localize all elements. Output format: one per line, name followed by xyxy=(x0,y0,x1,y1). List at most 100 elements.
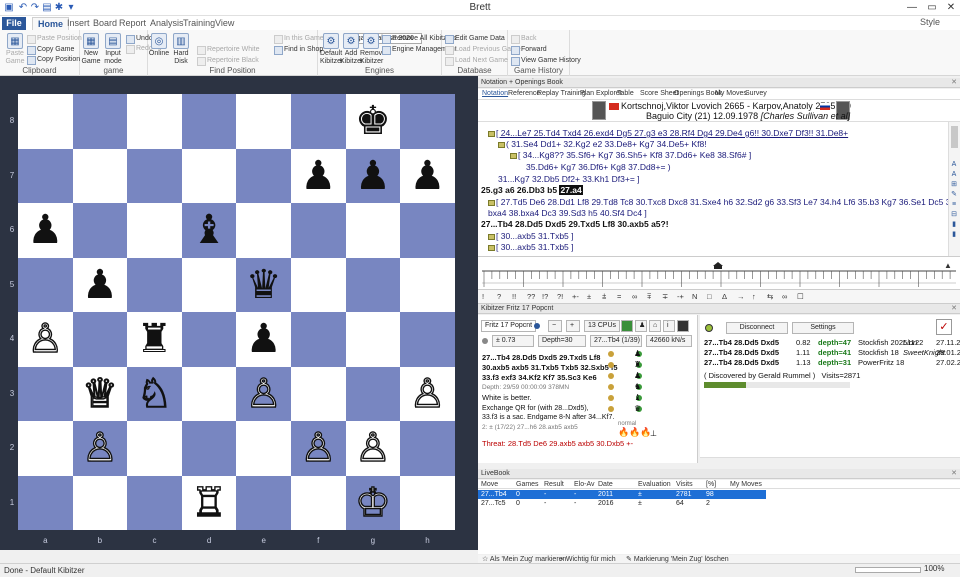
annotation-symbol-button[interactable]: !? xyxy=(542,292,548,301)
black-piece-a6[interactable]: ♟ xyxy=(18,203,73,258)
annotation-symbol-button[interactable]: ?! xyxy=(557,292,563,301)
forward-button[interactable]: Forward xyxy=(511,45,547,55)
annotation-symbol-button[interactable]: ⩲ xyxy=(602,292,606,302)
annotation-symbol-button[interactable]: N xyxy=(692,292,697,301)
paste-position-button[interactable]: Paste Position xyxy=(27,34,82,44)
square-e6[interactable] xyxy=(236,203,291,258)
cloud-line-moves[interactable]: 27...Tb4 28.Dd5 Dxd5 xyxy=(704,358,779,368)
square-f5[interactable] xyxy=(291,257,346,312)
square-a5[interactable] xyxy=(18,257,73,312)
livebook-column-header[interactable]: Date xyxy=(598,480,613,489)
edit-game-data-button[interactable]: Edit Game Data xyxy=(445,34,505,44)
livebook-table[interactable]: Move Games Result Elo-Av Date Evaluation Visit… xyxy=(478,480,960,554)
close-panel-icon[interactable]: ✕ xyxy=(951,78,957,88)
square-g5[interactable] xyxy=(345,257,401,312)
notation-line[interactable]: bxa4 38.bxa4 Dc3 39.Sd3 h5 40.Sf4 Dc4 ] xyxy=(488,208,647,219)
horizontal-scrollbar[interactable] xyxy=(700,457,960,463)
black-piece-b5[interactable]: ♟ xyxy=(73,258,128,313)
disconnect-button[interactable]: Disconnect xyxy=(726,322,788,334)
tab-reference[interactable]: Reference xyxy=(508,90,540,97)
square-c5[interactable] xyxy=(127,257,182,312)
annotation-symbol-button[interactable]: ! xyxy=(482,292,484,301)
black-piece-e5[interactable]: ♛ xyxy=(236,258,291,313)
white-piece-a4[interactable]: ♙ xyxy=(18,312,73,367)
close-panel-icon[interactable]: ✕ xyxy=(951,304,957,314)
annotation-symbol-button[interactable]: □ xyxy=(707,292,712,301)
square-a1[interactable] xyxy=(18,475,73,530)
black-piece-e4[interactable]: ♟ xyxy=(236,312,291,367)
black-piece-f7[interactable]: ♟ xyxy=(291,149,346,204)
notation-line[interactable]: [ 24...Le7 25.Td4 Txd4 26.exd4 Dg5 27.g3… xyxy=(488,128,848,139)
tab-notation[interactable]: Notation xyxy=(482,90,508,97)
livebook-column-header[interactable]: Result xyxy=(544,480,564,489)
notation-line[interactable]: 25.g3 a6 26.Db3 b5 27.a4 xyxy=(481,185,583,196)
white-piece-g1[interactable]: ♔ xyxy=(346,476,401,531)
white-piece-b3[interactable]: ♕ xyxy=(73,367,128,422)
zoom-out-icon[interactable]: − xyxy=(548,320,562,332)
livebook-row[interactable]: 27...Tb4 0 - - 2011 ±2781 98 xyxy=(478,490,766,499)
square-g3[interactable] xyxy=(345,366,401,421)
cloud-line-engine[interactable]: Stockfish 18 xyxy=(858,348,899,358)
white-piece-h3[interactable]: ♙ xyxy=(400,367,455,422)
square-h1[interactable] xyxy=(400,475,455,530)
livebook-column-header[interactable]: Visits xyxy=(676,480,693,489)
settings-button[interactable]: Settings xyxy=(792,322,854,334)
cloud-line-depth[interactable]: depth=41 xyxy=(818,348,851,358)
cloud-line-eval[interactable]: 0.82 xyxy=(796,338,811,348)
principal-variation-line[interactable]: 33.f3 exf3 34.Kf2 Kf7 35.Sc3 Ke6 xyxy=(482,373,597,383)
copy-game-button[interactable]: Copy Game xyxy=(27,45,74,55)
game-timeline[interactable]: ▲ xyxy=(478,256,960,290)
accept-icon[interactable] xyxy=(621,320,633,332)
annotation-symbol-button[interactable]: Δ xyxy=(722,292,727,301)
cloud-line-date[interactable]: 27.02.20 xyxy=(936,358,960,368)
engine-options-icon[interactable] xyxy=(482,338,488,344)
notation-line[interactable]: [ 30...axb5 31.Txb5 ] xyxy=(488,231,574,242)
square-c1[interactable] xyxy=(127,475,182,530)
annotation-symbol-button[interactable]: -+ xyxy=(677,292,684,301)
livebook-column-header[interactable]: Elo-Av xyxy=(574,480,595,489)
notation-line[interactable]: [ 30...axb5 31.Txb5 ] xyxy=(488,242,574,253)
notation-line[interactable]: 27...Tb4 28.Dd5 Dxd5 29.Txd5 Lf8 30.axb5… xyxy=(481,219,669,230)
tab-survey[interactable]: Survey xyxy=(745,90,767,97)
annotation-symbol-button[interactable]: !! xyxy=(512,292,516,301)
input-mode-button[interactable]: ▤ Input mode xyxy=(102,33,124,66)
engine-status-icon[interactable] xyxy=(534,323,540,329)
scrollbar-thumb[interactable] xyxy=(951,126,958,148)
black-piece-h7[interactable]: ♟ xyxy=(400,149,455,204)
maximize-icon[interactable]: ▭ xyxy=(922,1,942,14)
square-a3[interactable] xyxy=(18,366,73,421)
annotation-symbol-button[interactable]: ± xyxy=(587,292,591,301)
annotation-symbol-button[interactable]: +- xyxy=(572,292,579,301)
cloud-line-moves[interactable]: 27...Tb4 28.Dd5 Dxd5 xyxy=(704,338,779,348)
zoom-in-icon[interactable]: + xyxy=(566,320,580,332)
principal-variation-line[interactable]: 30.axb5 axb5 31.Txb5 Txb5 32.Sxb5 f5 xyxy=(482,363,618,373)
square-d4[interactable] xyxy=(181,312,237,367)
default-kibitzer-button[interactable]: ⚙ Default Kibitzer xyxy=(320,33,343,66)
paste-game-button[interactable]: ▦ Paste Game xyxy=(4,33,26,66)
square-g4[interactable] xyxy=(345,312,401,367)
livebook-column-header[interactable]: [%] xyxy=(706,480,716,489)
square-f4[interactable] xyxy=(291,312,346,367)
cloud-line-eval[interactable]: 1.13 xyxy=(796,358,811,368)
tab-view[interactable]: View xyxy=(210,17,239,30)
copy-position-button[interactable]: Copy Position xyxy=(27,55,80,65)
tab-replay-training[interactable]: Replay Training xyxy=(537,90,586,97)
annotation-symbol-button[interactable]: ∞ xyxy=(632,292,637,301)
tab-score-sheet[interactable]: Score Sheet xyxy=(640,90,679,97)
square-d8[interactable] xyxy=(181,94,237,149)
style-menu[interactable]: Style xyxy=(920,17,940,27)
tab-table[interactable]: Table xyxy=(617,90,634,97)
notation-line[interactable]: [ 27.Td5 De6 28.Dd1 Lf8 29.Td8 Tc8 30.Tx… xyxy=(488,197,948,208)
white-piece-f2[interactable]: ♙ xyxy=(291,421,346,476)
cloud-line-user[interactable]: Lion xyxy=(903,338,917,348)
repertoire-black-button[interactable]: Repertoire Black xyxy=(197,56,259,66)
white-piece-d1[interactable]: ♖ xyxy=(182,476,237,531)
square-b4[interactable] xyxy=(72,312,128,367)
square-h5[interactable] xyxy=(400,257,455,312)
livebook-column-header[interactable]: Evaluation xyxy=(638,480,671,489)
remove-kibitzer-button[interactable]: ⚙ Remove Kibitzer xyxy=(360,33,386,66)
current-move[interactable]: 27.a4 xyxy=(559,185,583,195)
view-game-history-button[interactable]: View Game History xyxy=(511,56,581,66)
square-d3[interactable] xyxy=(181,366,237,421)
notation-line[interactable]: 31...Kg7 32.Db5 Df2+ 33.Kh1 Df3+= ] xyxy=(498,174,640,185)
